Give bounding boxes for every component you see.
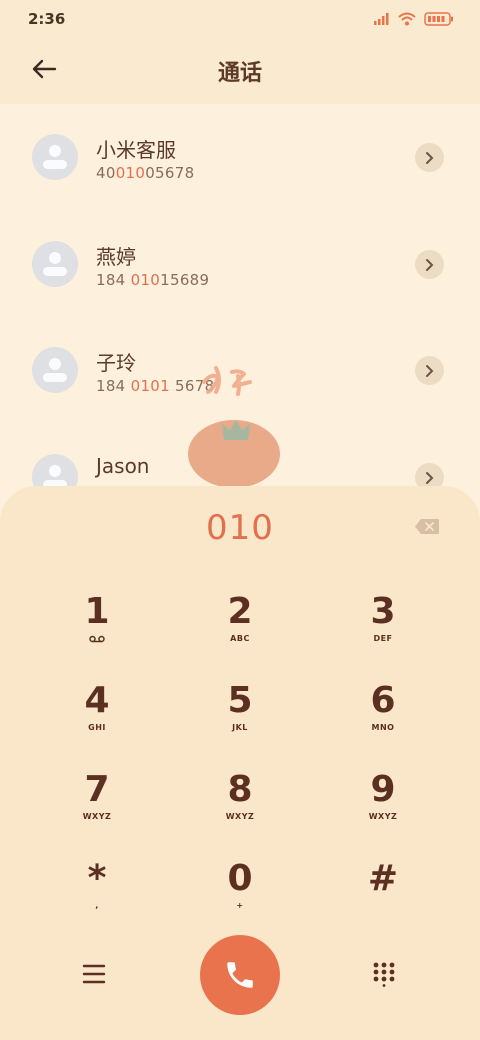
persimmon-sticker-icon — [188, 366, 280, 488]
number-part: 184 — [96, 377, 131, 395]
number-match-highlight: 010 — [115, 164, 146, 182]
avatar — [32, 134, 78, 180]
dialed-number-display[interactable]: 010 — [0, 508, 480, 548]
contact-number: 4001005678 — [96, 164, 194, 182]
key-digit: 2 — [227, 591, 253, 632]
key-letters: , — [95, 901, 99, 910]
key-digit: # — [367, 858, 399, 899]
dial-key-9[interactable]: 9 WXYZ — [323, 764, 443, 844]
dial-key-hash[interactable]: # — [323, 853, 443, 933]
contact-name: 小米客服 — [96, 138, 176, 162]
contact-name: 燕婷 — [96, 245, 136, 269]
key-letters: WXYZ — [225, 812, 255, 821]
dial-key-1[interactable]: 1 — [37, 586, 157, 666]
chevron-right-icon — [425, 364, 433, 377]
number-match-highlight: 0101 — [130, 377, 170, 395]
dial-key-3[interactable]: 3 DEF — [323, 586, 443, 666]
key-digit: 6 — [370, 680, 396, 721]
chevron-right-icon — [425, 471, 433, 484]
status-bar: 2:36 — [0, 0, 480, 38]
dial-key-4[interactable]: 4 GHI — [37, 675, 157, 755]
signal-icon — [374, 13, 389, 25]
key-digit: 3 — [370, 591, 396, 632]
contact-name: Jason — [96, 454, 150, 478]
app-header: 通话 — [0, 38, 480, 104]
key-letters: ABC — [230, 634, 250, 643]
status-icons — [374, 11, 454, 27]
key-letters: DEF — [373, 634, 393, 643]
contact-row[interactable]: 小米客服 4001005678 — [0, 104, 480, 211]
number-match-highlight: 010 — [130, 271, 161, 289]
backspace-icon[interactable] — [414, 518, 440, 535]
menu-icon[interactable] — [80, 960, 108, 988]
key-digit: 9 — [370, 769, 396, 810]
key-digit: 4 — [84, 680, 110, 721]
key-digit: 7 — [84, 769, 110, 810]
key-digit: * — [87, 858, 107, 899]
contact-row[interactable]: 燕婷 184 01015689 — [0, 211, 480, 318]
contact-detail-button[interactable] — [415, 356, 444, 385]
key-letters: JKL — [232, 723, 248, 732]
chevron-right-icon — [425, 151, 433, 164]
avatar — [32, 241, 78, 287]
dial-key-star[interactable]: * , — [37, 853, 157, 933]
key-letters: WXYZ — [82, 812, 112, 821]
dialpad-grid-icon[interactable] — [372, 961, 396, 987]
page-title: 通话 — [217, 61, 262, 86]
number-part: 05678 — [145, 164, 195, 182]
avatar — [32, 347, 78, 393]
status-time: 2:36 — [28, 10, 66, 28]
dial-key-8[interactable]: 8 WXYZ — [180, 764, 300, 844]
call-button[interactable] — [200, 935, 280, 1015]
chevron-right-icon — [425, 258, 433, 271]
number-part: 184 — [96, 271, 131, 289]
contact-name: 子玲 — [96, 351, 136, 375]
contact-detail-button[interactable] — [415, 143, 444, 172]
contact-detail-button[interactable] — [415, 250, 444, 279]
key-digit: 0 — [227, 858, 253, 899]
key-digit: 1 — [84, 591, 110, 632]
key-digit: 5 — [227, 680, 253, 721]
dial-key-0[interactable]: 0 + — [180, 853, 300, 933]
key-letters: WXYZ — [368, 812, 398, 821]
key-letters: GHI — [88, 723, 106, 732]
key-letters: + — [236, 901, 244, 910]
wifi-icon — [398, 12, 416, 26]
dial-key-6[interactable]: 6 MNO — [323, 675, 443, 755]
battery-icon — [424, 12, 453, 26]
key-digit: 8 — [227, 769, 253, 810]
dial-key-2[interactable]: 2 ABC — [180, 586, 300, 666]
voicemail-icon — [89, 635, 105, 643]
dialpad-panel: 010 1 2 ABC 3 DEF 4 GHI 5 JKL 6 MNO 7 WX… — [0, 486, 480, 1040]
number-part: 40 — [96, 164, 116, 182]
contact-number: 184 01015689 — [96, 271, 209, 289]
key-letters: MNO — [371, 723, 395, 732]
number-part: 15689 — [160, 271, 210, 289]
dial-key-5[interactable]: 5 JKL — [180, 675, 300, 755]
phone-icon — [227, 962, 253, 988]
dial-key-7[interactable]: 7 WXYZ — [37, 764, 157, 844]
